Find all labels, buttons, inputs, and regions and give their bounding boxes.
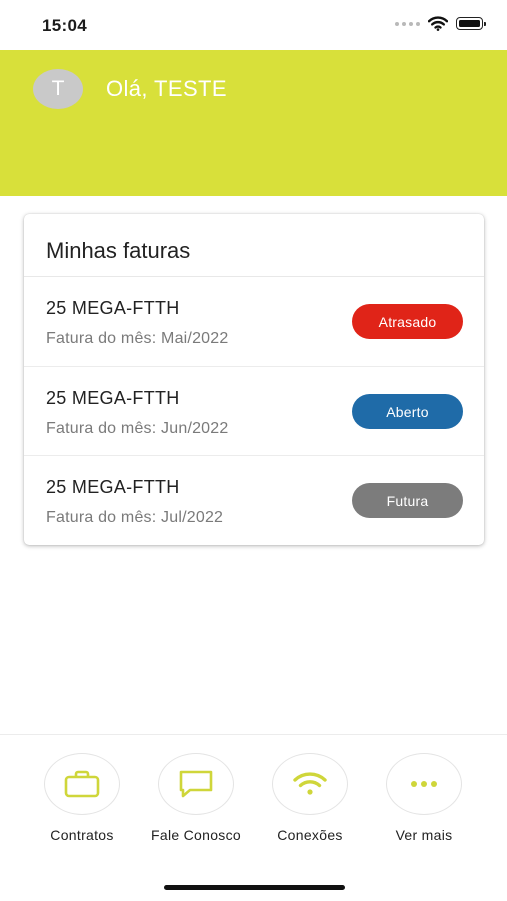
status-badge-future[interactable]: Futura xyxy=(352,483,463,518)
status-time: 15:04 xyxy=(42,16,87,35)
nav-button-contratos[interactable] xyxy=(44,753,120,815)
avatar[interactable]: T xyxy=(33,69,83,109)
nav-label: Fale Conosco xyxy=(151,827,241,843)
invoice-item[interactable]: 25 MEGA-FTTH Fatura do mês: Mai/2022 Atr… xyxy=(24,277,484,366)
invoices-card: Minhas faturas 25 MEGA-FTTH Fatura do mê… xyxy=(24,214,484,545)
wifi-icon xyxy=(428,16,448,31)
status-icons xyxy=(395,16,486,31)
battery-icon xyxy=(456,17,486,30)
nav-button-conexoes[interactable] xyxy=(272,753,348,815)
nav-button-fale-conosco[interactable] xyxy=(158,753,234,815)
nav-item-ver-mais[interactable]: Ver mais xyxy=(367,753,481,843)
nav-label: Ver mais xyxy=(395,827,453,843)
home-indicator[interactable] xyxy=(164,885,345,890)
invoice-month: Fatura do mês: Mai/2022 xyxy=(46,330,229,347)
signal-dots-icon xyxy=(395,21,420,26)
invoice-plan: 25 MEGA-FTTH xyxy=(46,298,180,318)
status-badge-open[interactable]: Aberto xyxy=(352,394,463,429)
invoice-plan: 25 MEGA-FTTH xyxy=(46,477,180,497)
invoice-item[interactable]: 25 MEGA-FTTH Fatura do mês: Jun/2022 Abe… xyxy=(24,366,484,456)
nav-item-fale-conosco[interactable]: Fale Conosco xyxy=(139,753,253,843)
invoice-item[interactable]: 25 MEGA-FTTH Fatura do mês: Jul/2022 Fut… xyxy=(24,455,484,545)
header: T Olá, TESTE xyxy=(0,50,507,196)
status-badge-late[interactable]: Atrasado xyxy=(352,304,463,339)
nav-item-conexoes[interactable]: Conexões xyxy=(253,753,367,843)
nav-button-ver-mais[interactable] xyxy=(386,753,462,815)
nav-label: Conexões xyxy=(277,827,343,843)
status-bar: 15:04 xyxy=(0,0,507,50)
nav-label: Contratos xyxy=(50,827,114,843)
wifi-icon xyxy=(293,772,327,795)
invoice-plan: 25 MEGA-FTTH xyxy=(46,388,180,408)
invoice-month: Fatura do mês: Jun/2022 xyxy=(46,420,229,437)
invoice-month: Fatura do mês: Jul/2022 xyxy=(46,509,224,526)
card-title: Minhas faturas xyxy=(46,238,191,263)
chat-bubble-icon xyxy=(179,770,213,798)
bottom-nav: Contratos Fale Conosco Conexões Ver mais xyxy=(0,734,507,901)
greeting: Olá, TESTE xyxy=(106,76,227,101)
more-dots-icon xyxy=(411,781,437,787)
nav-item-contratos[interactable]: Contratos xyxy=(25,753,139,843)
briefcase-icon xyxy=(64,770,100,798)
